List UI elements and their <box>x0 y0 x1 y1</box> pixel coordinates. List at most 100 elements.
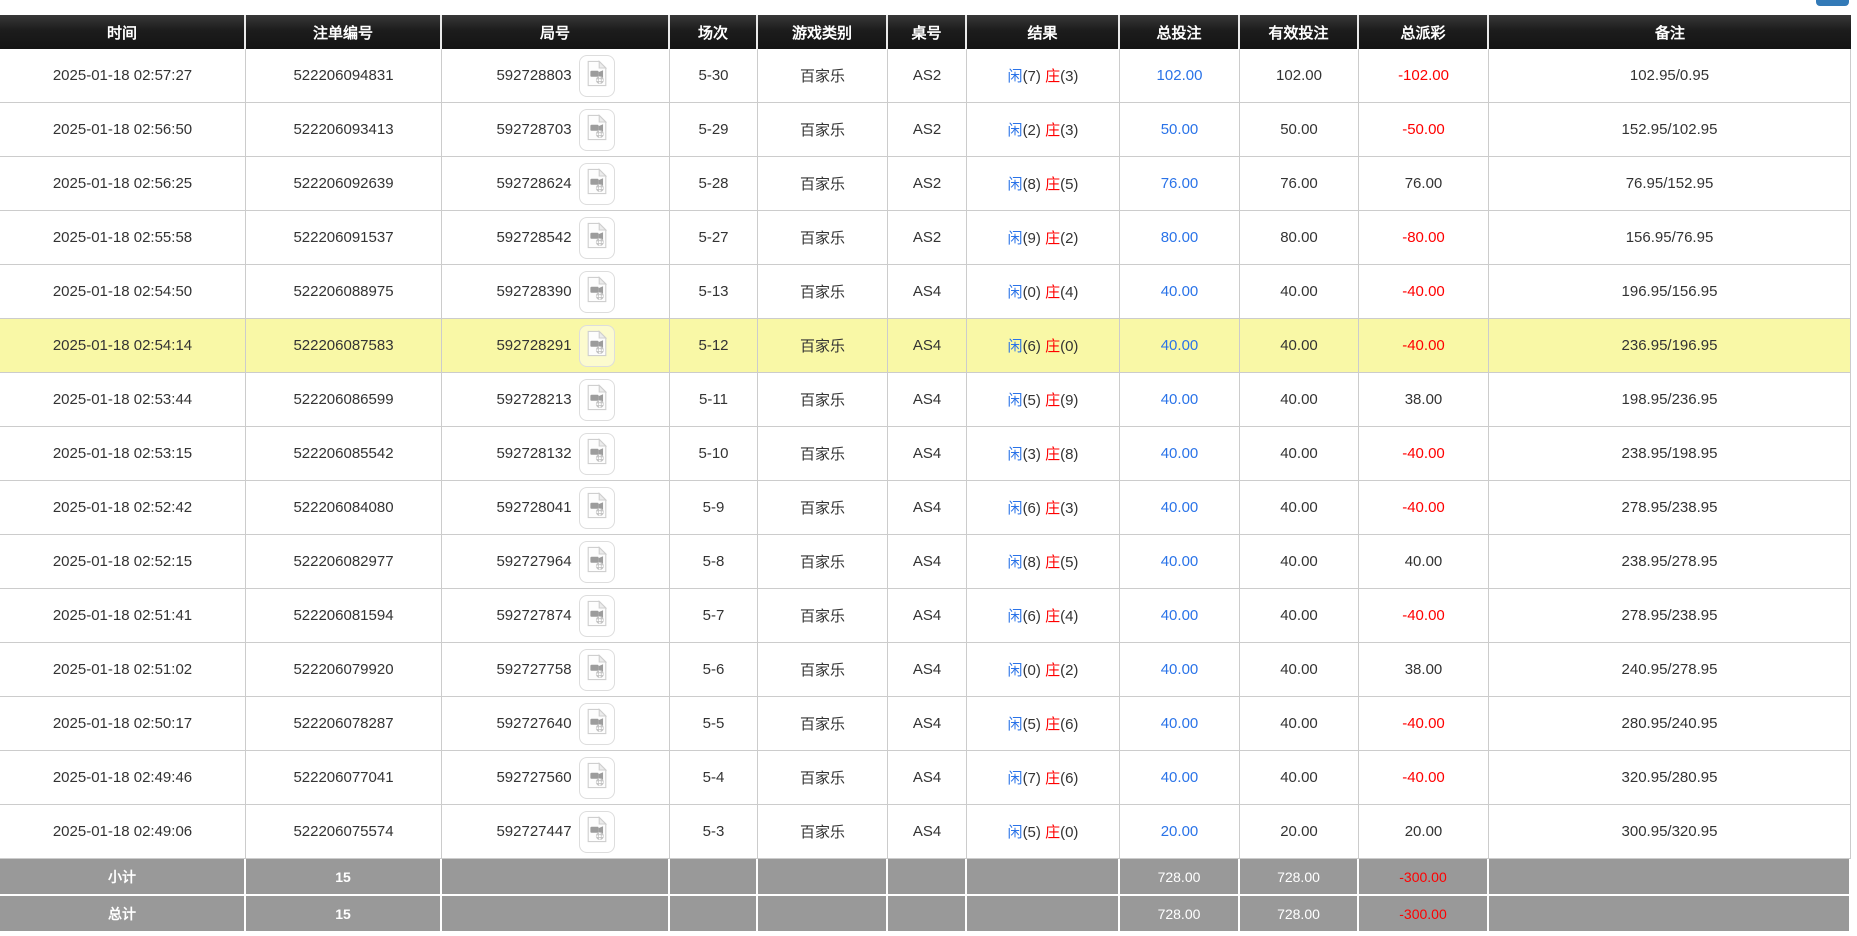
total-empty-session <box>670 896 758 933</box>
cell-total-bet[interactable]: 40.00 <box>1120 697 1240 751</box>
cell-game-type: 百家乐 <box>758 643 888 697</box>
cell-total-payout: -50.00 <box>1359 103 1489 157</box>
game-number: 592727874 <box>496 607 571 624</box>
cell-total-bet[interactable]: 40.00 <box>1120 319 1240 373</box>
table-row[interactable]: 2025-01-18 02:55:58 522206091537 5927285… <box>0 211 1851 265</box>
cell-total-bet[interactable]: 40.00 <box>1120 427 1240 481</box>
subtotal-row: 小计 15 728.00 728.00 -300.00 <box>0 859 1851 896</box>
cell-total-bet[interactable]: 40.00 <box>1120 643 1240 697</box>
video-replay-button[interactable] <box>579 649 615 691</box>
table-row[interactable]: 2025-01-18 02:52:15 522206082977 5927279… <box>0 535 1851 589</box>
banker-score: (8) <box>1060 446 1078 463</box>
banker-label: 庄 <box>1045 446 1060 463</box>
cell-session: 5-28 <box>670 157 758 211</box>
cell-table-number: AS4 <box>888 805 967 859</box>
banker-label: 庄 <box>1045 68 1060 85</box>
video-replay-button[interactable] <box>579 55 615 97</box>
player-score: (9) <box>1023 230 1041 247</box>
table-row[interactable]: 2025-01-18 02:56:50 522206093413 5927287… <box>0 103 1851 157</box>
banker-score: (3) <box>1060 500 1078 517</box>
video-replay-button[interactable] <box>579 325 615 367</box>
cell-game-number: 592728624 <box>442 157 670 211</box>
top-right-partial-button[interactable] <box>1816 0 1849 6</box>
table-row[interactable]: 2025-01-18 02:52:42 522206084080 5927280… <box>0 481 1851 535</box>
video-icon <box>586 762 608 793</box>
banker-score: (5) <box>1060 176 1078 193</box>
cell-total-bet[interactable]: 102.00 <box>1120 49 1240 103</box>
table-row[interactable]: 2025-01-18 02:53:15 522206085542 5927281… <box>0 427 1851 481</box>
player-score: (6) <box>1023 608 1041 625</box>
video-replay-button[interactable] <box>579 595 615 637</box>
banker-score: (2) <box>1060 230 1078 247</box>
table-row[interactable]: 2025-01-18 02:50:17 522206078287 5927276… <box>0 697 1851 751</box>
video-replay-button[interactable] <box>579 811 615 853</box>
player-label: 闲 <box>1008 770 1023 787</box>
video-replay-button[interactable] <box>579 541 615 583</box>
cell-valid-bet: 40.00 <box>1240 535 1359 589</box>
table-row[interactable]: 2025-01-18 02:54:14 522206087583 5927282… <box>0 319 1851 373</box>
video-replay-button[interactable] <box>579 163 615 205</box>
table-row[interactable]: 2025-01-18 02:49:06 522206075574 5927274… <box>0 805 1851 859</box>
cell-game-number: 592727447 <box>442 805 670 859</box>
video-replay-button[interactable] <box>579 487 615 529</box>
cell-remark: 300.95/320.95 <box>1489 805 1851 859</box>
table-row[interactable]: 2025-01-18 02:54:50 522206088975 5927283… <box>0 265 1851 319</box>
cell-order-number: 522206078287 <box>246 697 442 751</box>
cell-valid-bet: 102.00 <box>1240 49 1359 103</box>
cell-total-bet[interactable]: 40.00 <box>1120 373 1240 427</box>
cell-result: 闲(8) 庄(5) <box>967 157 1120 211</box>
video-replay-button[interactable] <box>579 271 615 313</box>
cell-result: 闲(2) 庄(3) <box>967 103 1120 157</box>
table-row[interactable]: 2025-01-18 02:56:25 522206092639 5927286… <box>0 157 1851 211</box>
video-replay-button[interactable] <box>579 433 615 475</box>
cell-total-payout: -102.00 <box>1359 49 1489 103</box>
cell-total-payout: 38.00 <box>1359 373 1489 427</box>
player-label: 闲 <box>1008 68 1023 85</box>
cell-order-number: 522206094831 <box>246 49 442 103</box>
player-label: 闲 <box>1008 122 1023 139</box>
cell-total-payout: -40.00 <box>1359 319 1489 373</box>
table-row[interactable]: 2025-01-18 02:49:46 522206077041 5927275… <box>0 751 1851 805</box>
video-replay-button[interactable] <box>579 109 615 151</box>
cell-total-payout: -40.00 <box>1359 589 1489 643</box>
subtotal-empty-result <box>967 859 1120 896</box>
video-replay-button[interactable] <box>579 703 615 745</box>
cell-total-bet[interactable]: 50.00 <box>1120 103 1240 157</box>
video-replay-button[interactable] <box>579 379 615 421</box>
banker-label: 庄 <box>1045 824 1060 841</box>
cell-game-type: 百家乐 <box>758 535 888 589</box>
cell-valid-bet: 40.00 <box>1240 697 1359 751</box>
game-number: 592728803 <box>496 67 571 84</box>
cell-total-bet[interactable]: 40.00 <box>1120 481 1240 535</box>
cell-remark: 320.95/280.95 <box>1489 751 1851 805</box>
cell-total-bet[interactable]: 80.00 <box>1120 211 1240 265</box>
table-row[interactable]: 2025-01-18 02:53:44 522206086599 5927282… <box>0 373 1851 427</box>
cell-total-payout: -80.00 <box>1359 211 1489 265</box>
cell-valid-bet: 40.00 <box>1240 481 1359 535</box>
cell-total-bet[interactable]: 40.00 <box>1120 589 1240 643</box>
cell-table-number: AS4 <box>888 697 967 751</box>
banker-score: (0) <box>1060 824 1078 841</box>
player-score: (6) <box>1023 500 1041 517</box>
cell-total-bet[interactable]: 40.00 <box>1120 535 1240 589</box>
col-header-result: 结果 <box>967 15 1120 49</box>
cell-total-bet[interactable]: 40.00 <box>1120 751 1240 805</box>
table-row[interactable]: 2025-01-18 02:51:41 522206081594 5927278… <box>0 589 1851 643</box>
table-row[interactable]: 2025-01-18 02:57:27 522206094831 5927288… <box>0 49 1851 103</box>
total-empty-table <box>888 896 967 933</box>
cell-game-number: 592727964 <box>442 535 670 589</box>
cell-game-number: 592727874 <box>442 589 670 643</box>
table-row[interactable]: 2025-01-18 02:51:02 522206079920 5927277… <box>0 643 1851 697</box>
cell-total-bet[interactable]: 40.00 <box>1120 265 1240 319</box>
cell-total-bet[interactable]: 20.00 <box>1120 805 1240 859</box>
cell-total-bet[interactable]: 76.00 <box>1120 157 1240 211</box>
video-replay-button[interactable] <box>579 757 615 799</box>
banker-label: 庄 <box>1045 122 1060 139</box>
cell-session: 5-3 <box>670 805 758 859</box>
cell-session: 5-8 <box>670 535 758 589</box>
cell-game-type: 百家乐 <box>758 427 888 481</box>
video-replay-button[interactable] <box>579 217 615 259</box>
cell-order-number: 522206092639 <box>246 157 442 211</box>
video-icon <box>586 546 608 577</box>
cell-order-number: 522206079920 <box>246 643 442 697</box>
